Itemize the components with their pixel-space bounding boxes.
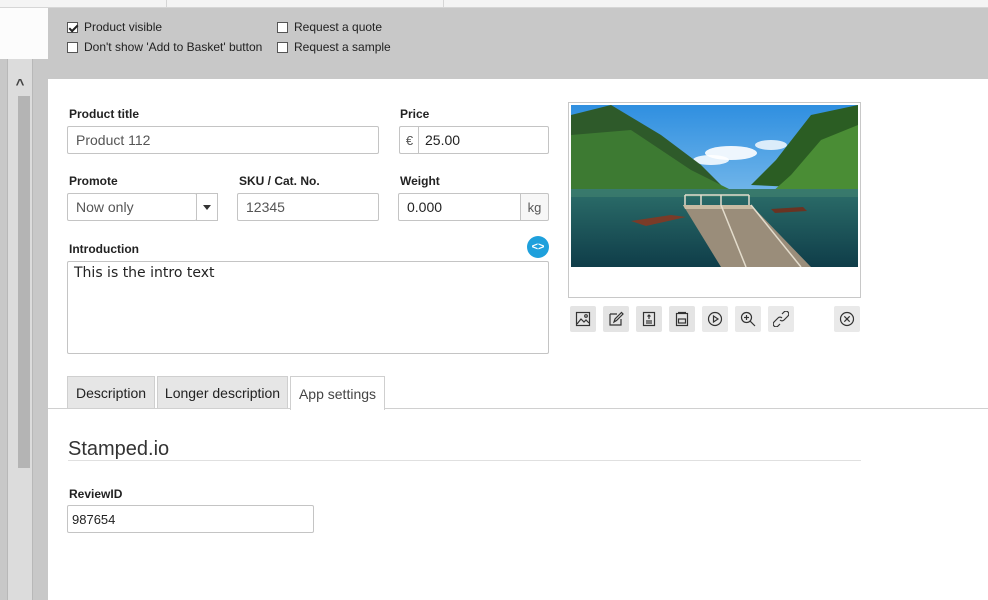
- scrollbar-thumb[interactable]: [18, 96, 30, 468]
- product-title-input[interactable]: Product 112: [67, 126, 379, 154]
- price-input[interactable]: 25.00: [418, 126, 549, 154]
- request-sample-checkbox[interactable]: [277, 41, 288, 53]
- tab-longer-description[interactable]: Longer description: [157, 376, 288, 408]
- product-title-label: Product title: [69, 107, 140, 121]
- review-id-label: ReviewID: [69, 487, 123, 501]
- tab-app-settings[interactable]: App settings: [290, 376, 385, 410]
- request-sample-option[interactable]: Request a sample: [277, 40, 391, 54]
- review-id-input[interactable]: 987654: [67, 505, 314, 533]
- product-visible-option[interactable]: Product visible: [67, 20, 162, 34]
- introduction-textarea[interactable]: This is the intro text: [67, 261, 549, 354]
- gallery-icon[interactable]: [669, 306, 695, 332]
- product-visible-label: Product visible: [84, 20, 163, 34]
- product-image-frame: [568, 102, 861, 298]
- promote-select[interactable]: Now only: [67, 193, 197, 221]
- weight-input[interactable]: 0.000: [398, 193, 521, 221]
- edit-icon[interactable]: [603, 306, 629, 332]
- sku-input[interactable]: 12345: [237, 193, 379, 221]
- top-tab-strip: [0, 0, 988, 8]
- introduction-label: Introduction: [69, 242, 139, 256]
- section-divider: [68, 460, 861, 461]
- request-sample-label: Request a sample: [294, 40, 391, 54]
- no-basket-button-label: Don't show 'Add to Basket' button: [84, 40, 263, 54]
- no-basket-button-option[interactable]: Don't show 'Add to Basket' button: [67, 40, 262, 54]
- request-quote-checkbox[interactable]: [277, 21, 288, 33]
- image-icon[interactable]: [570, 306, 596, 332]
- product-visible-checkbox[interactable]: [67, 21, 78, 33]
- play-icon[interactable]: [702, 306, 728, 332]
- link-icon[interactable]: [768, 306, 794, 332]
- tab-description[interactable]: Description: [67, 376, 155, 408]
- request-quote-option[interactable]: Request a quote: [277, 20, 382, 34]
- weight-label: Weight: [400, 174, 440, 188]
- promote-label: Promote: [69, 174, 118, 188]
- product-image[interactable]: [571, 105, 858, 267]
- request-quote-label: Request a quote: [294, 20, 383, 34]
- weight-unit: kg: [520, 193, 549, 221]
- price-label: Price: [400, 107, 430, 121]
- tabs-divider: [48, 408, 988, 409]
- scroll-up-chevron-icon[interactable]: ^: [7, 74, 33, 96]
- sku-label: SKU / Cat. No.: [239, 174, 320, 188]
- left-header-area: [0, 8, 48, 59]
- text-icon[interactable]: [636, 306, 662, 332]
- remove-icon[interactable]: [834, 306, 860, 332]
- code-view-icon[interactable]: <>: [527, 236, 549, 258]
- section-title: Stamped.io: [68, 438, 170, 460]
- currency-prefix: €: [399, 126, 419, 154]
- promote-chevron-down-icon[interactable]: [196, 193, 218, 221]
- zoom-in-icon[interactable]: [735, 306, 761, 332]
- no-basket-button-checkbox[interactable]: [67, 41, 78, 53]
